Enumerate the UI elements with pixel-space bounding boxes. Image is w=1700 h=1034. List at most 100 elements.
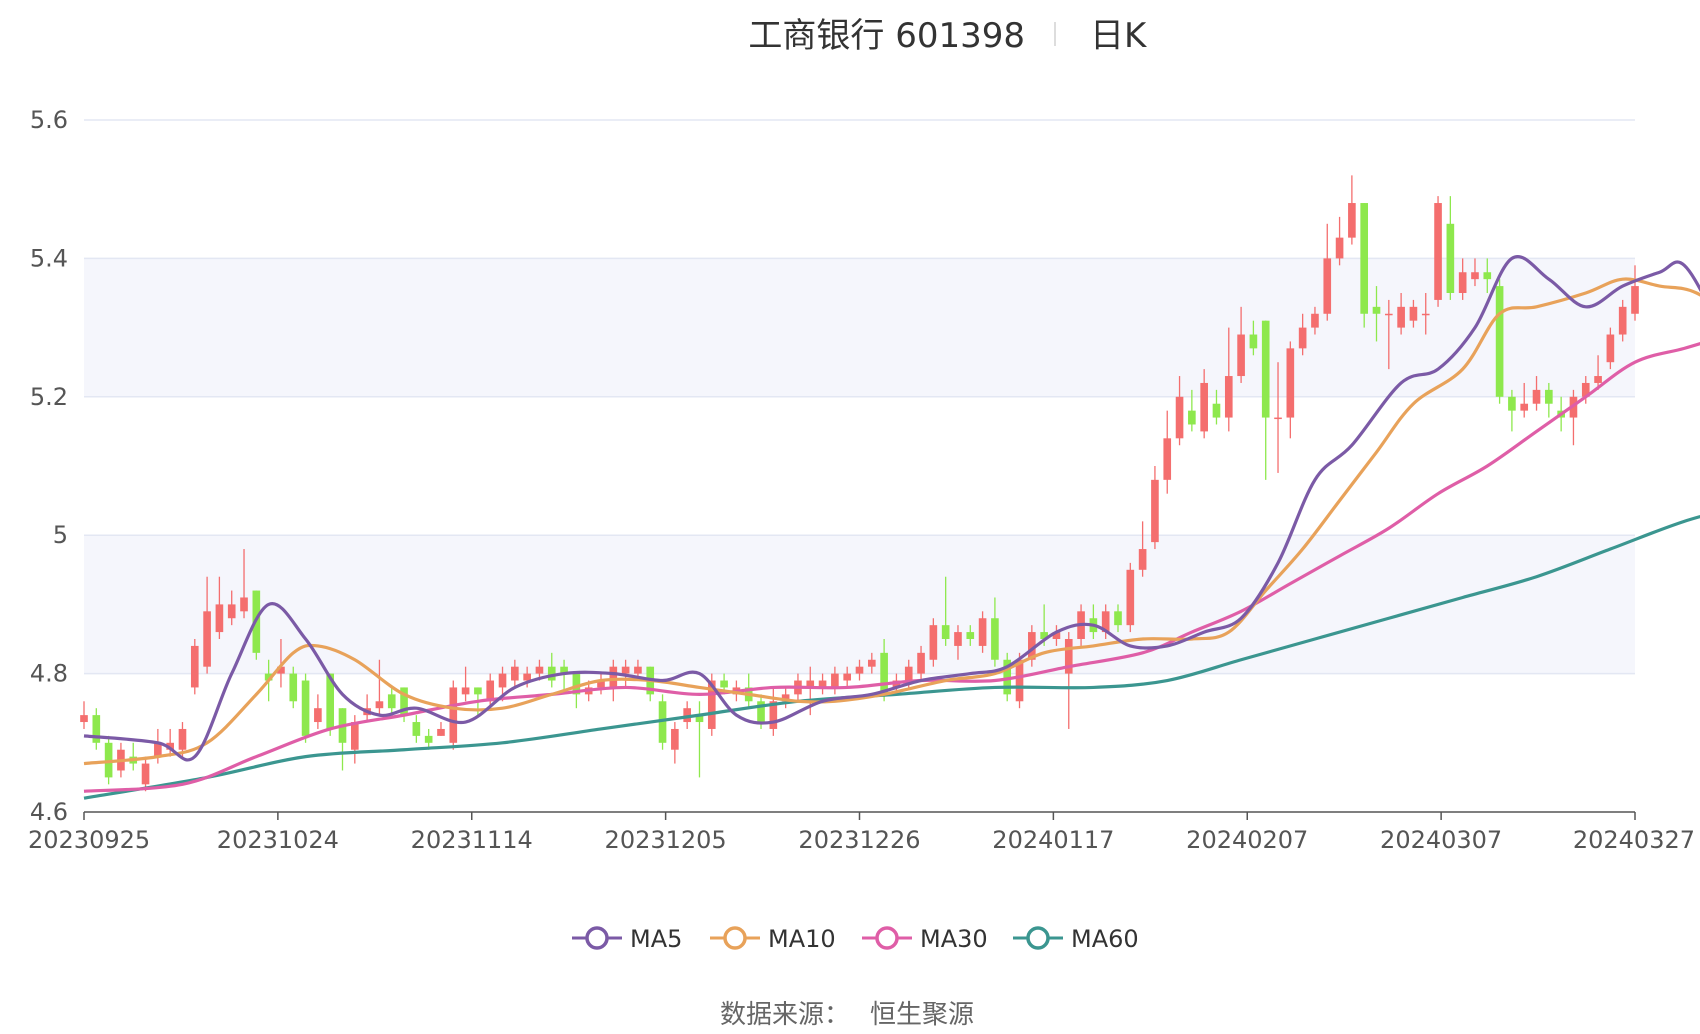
candle-body	[991, 618, 999, 660]
legend-label: MA10	[768, 925, 836, 953]
candle-down	[412, 715, 421, 743]
x-tick-label: 20230925	[28, 826, 150, 854]
candle-body	[1126, 569, 1135, 626]
candle-up	[1323, 223, 1332, 321]
candle-body	[1606, 334, 1615, 363]
candle-up	[1151, 466, 1159, 550]
x-tick-label: 20240207	[1186, 826, 1308, 854]
candle-up	[929, 618, 938, 667]
candle-body	[314, 708, 322, 723]
candle-up	[1348, 175, 1356, 245]
candle-down	[129, 742, 138, 771]
candle-down	[301, 673, 310, 743]
candle-body	[227, 604, 236, 619]
candle-body	[1397, 306, 1405, 328]
candle-body	[720, 680, 728, 688]
candle-body	[1163, 438, 1172, 480]
legend-marker	[723, 926, 747, 950]
candle-body	[1335, 237, 1344, 259]
source-name: 恒生聚源	[870, 1000, 974, 1030]
candle-body	[1458, 272, 1467, 293]
candle-body	[843, 673, 852, 681]
legend-label: MA60	[1071, 925, 1139, 953]
candle-body	[190, 645, 199, 688]
candle-body	[1298, 327, 1307, 349]
candle-down	[338, 708, 347, 771]
candle-body	[1421, 313, 1430, 316]
candle-body	[1261, 320, 1270, 418]
candle-body	[1348, 203, 1356, 238]
y-tick-label: 5	[53, 521, 68, 549]
legend-marker	[585, 926, 609, 950]
chart-title: 工商银行 601398	[748, 16, 1025, 56]
candle-up	[1569, 389, 1578, 446]
candle-up	[1434, 196, 1442, 307]
candle-body	[1384, 313, 1393, 316]
candle-body	[203, 611, 211, 667]
y-tick-label: 4.6	[30, 798, 68, 826]
candle-body	[609, 666, 618, 688]
candle-up	[1286, 341, 1295, 439]
candle-body	[1532, 389, 1541, 404]
candle-body	[301, 680, 310, 736]
legend-item-ma10: MA10	[710, 925, 836, 953]
candle-body	[1224, 376, 1233, 418]
candle-body	[1151, 479, 1159, 543]
candle-body	[1434, 203, 1442, 300]
y-tick-label: 5.2	[30, 383, 68, 411]
candle-body	[289, 673, 298, 702]
x-tick-label: 20240117	[992, 826, 1114, 854]
legend-item-ma5: MA5	[572, 925, 682, 953]
candle-up	[190, 639, 199, 695]
candle-body	[1274, 417, 1282, 420]
candle-up	[314, 694, 322, 729]
candle-body	[1323, 258, 1332, 314]
candle-body	[1409, 306, 1418, 321]
candle-up	[818, 673, 827, 695]
candle-body	[240, 597, 248, 612]
candle-body	[1237, 334, 1245, 377]
candle-down	[387, 687, 396, 716]
candle-down	[695, 701, 704, 778]
candle-body	[141, 763, 150, 785]
x-tick-label: 20240327	[1573, 826, 1695, 854]
x-tick-label: 20231226	[798, 826, 920, 854]
x-tick-label: 20231114	[411, 826, 533, 854]
candle-body	[1212, 403, 1221, 418]
candle-down	[1495, 279, 1504, 404]
candle-body	[978, 618, 987, 646]
candle-body	[350, 722, 359, 750]
legend: MA5 MA10 MA30 MA60	[572, 925, 1139, 953]
candle-body	[1483, 272, 1492, 280]
candle-body	[880, 652, 888, 695]
candle-body	[954, 632, 962, 646]
candle-body	[634, 666, 642, 674]
candle-body	[1286, 348, 1295, 418]
y-tick-label: 5.4	[30, 244, 68, 272]
kline-chart: 工商银行 601398 日K 4.6 4.8 5 5.2 5.4 5.6 20230925…	[28, 16, 1700, 1030]
candle-body	[1138, 549, 1147, 570]
legend-label: MA30	[920, 925, 988, 953]
chart-period: 日K	[1090, 16, 1148, 56]
candle-body	[855, 666, 864, 674]
candle-body	[1508, 396, 1516, 411]
candle-body	[1372, 306, 1381, 314]
y-axis: 4.6 4.8 5 5.2 5.4 5.6	[30, 106, 68, 826]
y-tick-label: 4.8	[30, 660, 68, 688]
candle-up	[1163, 410, 1172, 494]
candle-body	[523, 673, 531, 681]
candle-body	[178, 728, 187, 750]
candle-body	[831, 673, 839, 688]
legend-label: MA5	[630, 925, 682, 953]
candle-body	[461, 687, 470, 695]
candle-body	[1545, 389, 1553, 404]
candle-up	[1138, 521, 1147, 577]
candle-up	[781, 687, 790, 709]
source-label: 数据来源：	[720, 1000, 850, 1030]
candle-body	[1446, 223, 1455, 293]
candle-up	[1064, 632, 1073, 729]
x-axis: 20230925 20231024 20231114 20231205 20231226…	[28, 811, 1695, 854]
candle-body	[904, 666, 913, 681]
candle-body	[1618, 306, 1627, 335]
x-tick-label: 20231205	[605, 826, 727, 854]
